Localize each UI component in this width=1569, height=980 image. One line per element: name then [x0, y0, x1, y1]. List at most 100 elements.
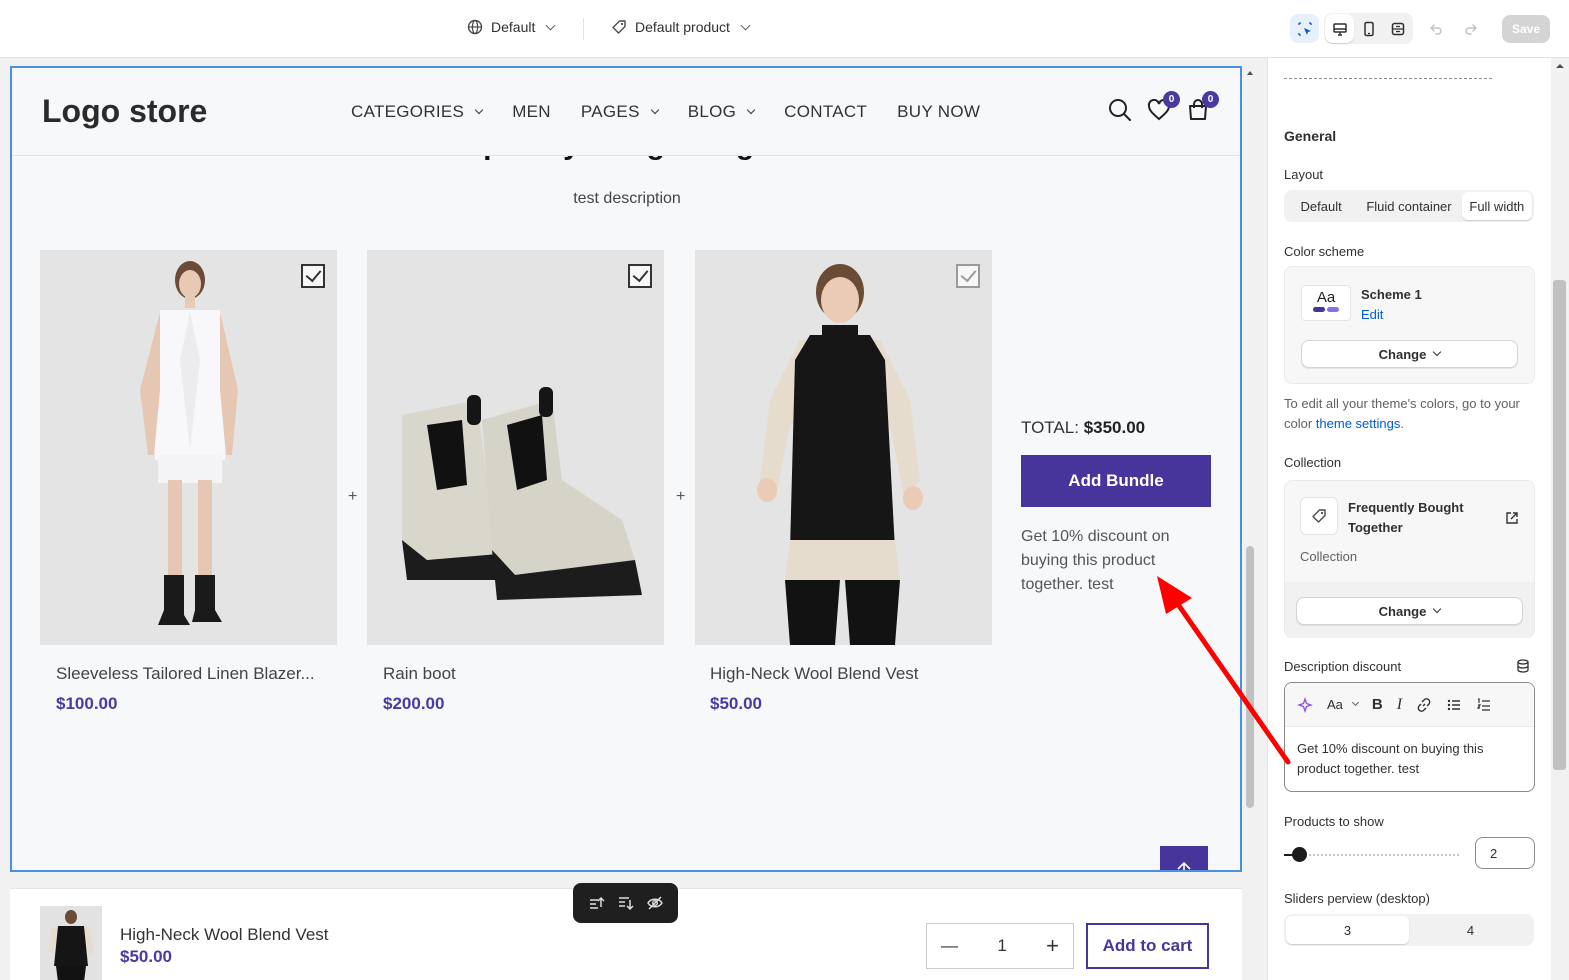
dynamic-source-icon[interactable] [1516, 659, 1530, 673]
expand-icon [1391, 22, 1404, 35]
product-price: $50.00 [710, 694, 762, 713]
bullet-list-icon[interactable] [1446, 697, 1462, 713]
preview-area: Logo store CATEGORIES MEN PAGES BLOG CON… [0, 58, 1260, 980]
mobile-view-button[interactable] [1354, 14, 1383, 43]
sliders-option-3[interactable]: 3 [1286, 916, 1409, 944]
products-to-show-input[interactable]: 2 [1475, 837, 1535, 869]
nav-item-men[interactable]: MEN [512, 102, 551, 122]
bundle-total: TOTAL: $350.00 [1021, 418, 1145, 438]
scroll-up-icon [1556, 64, 1564, 68]
collection-name[interactable]: Frequently Bought Together [1348, 498, 1488, 538]
scheme-color-dots [1302, 307, 1350, 312]
chevron-down-icon [650, 105, 659, 115]
scrollbar-thumb[interactable] [1553, 280, 1566, 770]
redo-button[interactable] [1456, 14, 1485, 43]
chevron-down-icon [740, 20, 751, 30]
product-checkbox[interactable] [956, 264, 980, 288]
save-button[interactable]: Save [1502, 15, 1550, 43]
sliders-option-4[interactable]: 4 [1409, 916, 1532, 944]
settings-panel: General Layout Default Fluid container F… [1267, 58, 1551, 980]
cart-button[interactable]: 0 [1186, 91, 1219, 127]
cart-count-badge: 0 [1202, 91, 1219, 108]
color-help-text: To edit all your theme's colors, go to y… [1284, 394, 1536, 434]
change-label: Change [1378, 603, 1427, 619]
products-to-show-label: Products to show [1284, 814, 1384, 829]
product-name[interactable]: High-Neck Wool Blend Vest [710, 664, 919, 684]
desktop-view-button[interactable] [1325, 14, 1354, 43]
nav-item-contact[interactable]: CONTACT [784, 102, 867, 122]
store-logo[interactable]: Logo store [42, 93, 207, 130]
add-to-cart-button[interactable]: Add to cart [1086, 923, 1209, 969]
nav-item-pages[interactable]: PAGES [581, 102, 659, 122]
move-up-icon[interactable] [587, 894, 605, 912]
fullscreen-view-button[interactable] [1383, 14, 1412, 43]
undo-button[interactable] [1421, 14, 1450, 43]
preview-scrollbar[interactable] [1244, 68, 1256, 848]
product-card[interactable] [40, 250, 337, 645]
product-checkbox[interactable] [301, 264, 325, 288]
plus-button[interactable]: + [1046, 933, 1059, 959]
template-selector[interactable]: Default product [611, 19, 751, 35]
collection-thumb [1300, 497, 1338, 535]
chevron-down-icon [545, 20, 556, 30]
divider [583, 18, 584, 40]
change-collection-button[interactable]: Change [1296, 597, 1523, 625]
wishlist-button[interactable]: 0 [1147, 91, 1180, 127]
chevron-down-icon [1433, 347, 1442, 357]
theme-settings-link[interactable]: theme settings [1316, 416, 1401, 431]
scrollbar-thumb[interactable] [1246, 546, 1254, 808]
tag-icon [1312, 509, 1326, 523]
range-slider-track[interactable] [1284, 854, 1459, 856]
font-size-dropdown[interactable]: Aa [1327, 697, 1359, 712]
product-name[interactable]: Sleeveless Tailored Linen Blazer... [56, 664, 315, 684]
move-down-icon[interactable] [616, 894, 635, 912]
market-label: Default [491, 19, 536, 35]
change-scheme-button[interactable]: Change [1301, 340, 1518, 368]
nav-item-buy-now[interactable]: BUY NOW [897, 102, 980, 122]
add-bundle-button[interactable]: Add Bundle [1021, 455, 1211, 507]
italic-icon[interactable]: I [1397, 696, 1402, 714]
layout-option-default[interactable]: Default [1286, 192, 1356, 220]
product-card[interactable] [367, 250, 664, 645]
quantity-value[interactable]: 1 [997, 936, 1006, 956]
scroll-to-top-button[interactable] [1160, 846, 1208, 870]
layout-segmented-control: Default Fluid container Full width [1284, 190, 1534, 222]
nav-item-categories[interactable]: CATEGORIES [351, 102, 484, 122]
device-toggle [1324, 13, 1413, 44]
search-button[interactable] [1108, 98, 1132, 127]
layout-option-fluid[interactable]: Fluid container [1356, 192, 1461, 220]
general-heading: General [1284, 128, 1337, 144]
mobile-icon [1363, 21, 1374, 36]
chevron-down-icon [746, 105, 756, 115]
layout-option-full-width[interactable]: Full width [1461, 192, 1532, 220]
inspector-button[interactable] [1290, 14, 1319, 43]
scheme-swatch-text: Aa [1316, 289, 1336, 306]
scheme-edit-link[interactable]: Edit [1361, 307, 1383, 322]
range-slider-handle[interactable] [1292, 847, 1307, 862]
nav-item-blog[interactable]: BLOG [688, 102, 756, 122]
description-discount-label: Description discount [1284, 659, 1402, 674]
ai-sparkle-icon[interactable] [1297, 696, 1313, 713]
chevron-down-icon [1351, 698, 1359, 707]
plus-separator: + [676, 488, 686, 505]
sliders-preview-label: Sliders perview (desktop) [1284, 891, 1430, 906]
product-checkbox[interactable] [628, 264, 652, 288]
color-scheme-label: Color scheme [1284, 244, 1365, 259]
scheme-swatch: Aa [1301, 285, 1351, 321]
scroll-up-icon [1247, 71, 1253, 75]
link-icon[interactable] [1416, 697, 1432, 713]
search-icon [1109, 99, 1131, 121]
product-name[interactable]: Rain boot [383, 664, 456, 684]
rte-content[interactable]: Get 10% discount on buying this product … [1285, 727, 1534, 791]
market-selector[interactable]: Default [467, 19, 556, 35]
numbered-list-icon[interactable] [1476, 697, 1492, 713]
product-card[interactable] [695, 250, 992, 645]
panel-scrollbar[interactable] [1551, 58, 1569, 980]
minus-button[interactable]: — [941, 936, 958, 956]
external-link-icon[interactable] [1505, 511, 1519, 525]
discount-text: Get 10% discount on buying this product … [1021, 528, 1170, 593]
bold-icon[interactable]: B [1372, 696, 1383, 713]
collection-card: Frequently Bought Together Collection Ch… [1284, 480, 1535, 638]
hide-icon[interactable] [646, 894, 664, 912]
font-label: Aa [1327, 697, 1343, 712]
